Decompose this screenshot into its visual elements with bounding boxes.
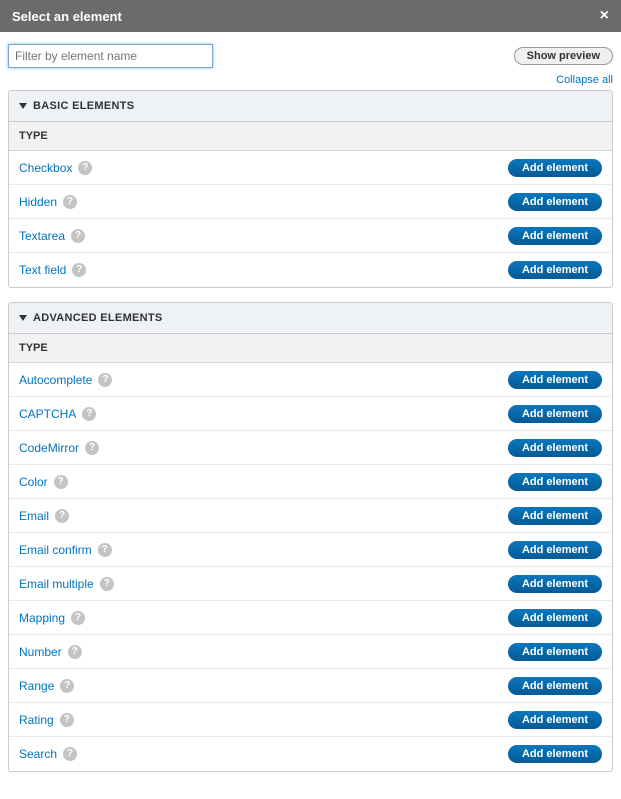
help-icon[interactable]: ? xyxy=(55,509,69,523)
element-row: Textarea? Add element xyxy=(9,219,612,253)
add-element-button[interactable]: Add element xyxy=(508,745,602,763)
add-element-button[interactable]: Add element xyxy=(508,227,602,245)
add-element-button[interactable]: Add element xyxy=(508,371,602,389)
help-icon[interactable]: ? xyxy=(71,229,85,243)
chevron-down-icon xyxy=(19,315,27,321)
group-header[interactable]: ADVANCED ELEMENTS xyxy=(9,303,612,334)
help-icon[interactable]: ? xyxy=(68,645,82,659)
element-row: Mapping? Add element xyxy=(9,601,612,635)
element-name-link[interactable]: Checkbox xyxy=(19,161,72,175)
element-name-link[interactable]: Autocomplete xyxy=(19,373,92,387)
add-element-button[interactable]: Add element xyxy=(508,507,602,525)
help-icon[interactable]: ? xyxy=(72,263,86,277)
element-row: Number? Add element xyxy=(9,635,612,669)
help-icon[interactable]: ? xyxy=(82,407,96,421)
element-row: Text field? Add element xyxy=(9,253,612,287)
add-element-button[interactable]: Add element xyxy=(508,643,602,661)
element-row: Checkbox? Add element xyxy=(9,151,612,185)
help-icon[interactable]: ? xyxy=(54,475,68,489)
element-row-left: Rating? xyxy=(19,713,74,727)
collapse-row: Collapse all xyxy=(8,74,613,86)
element-name-link[interactable]: Email confirm xyxy=(19,543,92,557)
element-row: Rating? Add element xyxy=(9,703,612,737)
chevron-down-icon xyxy=(19,103,27,109)
element-name-link[interactable]: CAPTCHA xyxy=(19,407,76,421)
element-name-link[interactable]: Email multiple xyxy=(19,577,94,591)
help-icon[interactable]: ? xyxy=(63,195,77,209)
column-header-type: TYPE xyxy=(9,122,612,151)
collapse-all-link[interactable]: Collapse all xyxy=(556,74,613,86)
element-name-link[interactable]: Textarea xyxy=(19,229,65,243)
element-row: CAPTCHA? Add element xyxy=(9,397,612,431)
element-row-left: Email? xyxy=(19,509,69,523)
element-row-left: Range? xyxy=(19,679,74,693)
help-icon[interactable]: ? xyxy=(98,543,112,557)
add-element-button[interactable]: Add element xyxy=(508,711,602,729)
toolbar: Show preview xyxy=(8,44,613,68)
element-row: Hidden? Add element xyxy=(9,185,612,219)
element-row-left: Text field? xyxy=(19,263,86,277)
element-row: Email confirm? Add element xyxy=(9,533,612,567)
filter-input[interactable] xyxy=(8,44,213,68)
help-icon[interactable]: ? xyxy=(78,161,92,175)
help-icon[interactable]: ? xyxy=(60,713,74,727)
element-row-left: CAPTCHA? xyxy=(19,407,96,421)
element-row-left: Checkbox? xyxy=(19,161,92,175)
element-name-link[interactable]: Text field xyxy=(19,263,66,277)
element-name-link[interactable]: Search xyxy=(19,747,57,761)
add-element-button[interactable]: Add element xyxy=(508,159,602,177)
element-row-left: Autocomplete? xyxy=(19,373,112,387)
add-element-button[interactable]: Add element xyxy=(508,193,602,211)
element-row-left: Hidden? xyxy=(19,195,77,209)
group-title: BASIC ELEMENTS xyxy=(33,100,134,112)
element-row-left: Search? xyxy=(19,747,77,761)
element-name-link[interactable]: Rating xyxy=(19,713,54,727)
element-name-link[interactable]: Mapping xyxy=(19,611,65,625)
element-row-left: Color? xyxy=(19,475,68,489)
help-icon[interactable]: ? xyxy=(63,747,77,761)
element-row: Search? Add element xyxy=(9,737,612,771)
element-row: Email? Add element xyxy=(9,499,612,533)
help-icon[interactable]: ? xyxy=(100,577,114,591)
element-row-left: Textarea? xyxy=(19,229,85,243)
add-element-button[interactable]: Add element xyxy=(508,261,602,279)
element-name-link[interactable]: Range xyxy=(19,679,54,693)
element-row-left: Email confirm? xyxy=(19,543,112,557)
help-icon[interactable]: ? xyxy=(60,679,74,693)
help-icon[interactable]: ? xyxy=(71,611,85,625)
element-row: CodeMirror? Add element xyxy=(9,431,612,465)
element-row: Color? Add element xyxy=(9,465,612,499)
element-name-link[interactable]: Email xyxy=(19,509,49,523)
close-icon[interactable]: × xyxy=(600,8,609,24)
element-group: BASIC ELEMENTSTYPECheckbox?Add elementHi… xyxy=(8,90,613,288)
element-name-link[interactable]: Color xyxy=(19,475,48,489)
help-icon[interactable]: ? xyxy=(98,373,112,387)
element-row-left: CodeMirror? xyxy=(19,441,99,455)
element-row: Email multiple? Add element xyxy=(9,567,612,601)
add-element-button[interactable]: Add element xyxy=(508,677,602,695)
element-row-left: Email multiple? xyxy=(19,577,114,591)
element-group: ADVANCED ELEMENTS TYPE Autocomplete? Add el… xyxy=(8,302,613,772)
dialog-title: Select an element xyxy=(12,9,122,24)
add-element-button[interactable]: Add element xyxy=(508,405,602,423)
element-name-link[interactable]: Number xyxy=(19,645,62,659)
element-name-link[interactable]: CodeMirror xyxy=(19,441,79,455)
element-row-left: Mapping? xyxy=(19,611,85,625)
add-element-button[interactable]: Add element xyxy=(508,541,602,559)
column-header-type: TYPE xyxy=(9,334,612,363)
add-element-button[interactable]: Add element xyxy=(508,439,602,457)
dialog-content: Show preview Collapse all BASIC ELEMENTS… xyxy=(0,32,621,772)
element-row: Autocomplete? Add element xyxy=(9,363,612,397)
dialog-titlebar: Select an element × xyxy=(0,0,621,32)
element-name-link[interactable]: Hidden xyxy=(19,195,57,209)
add-element-button[interactable]: Add element xyxy=(508,473,602,491)
add-element-button[interactable]: Add element xyxy=(508,575,602,593)
show-preview-button[interactable]: Show preview xyxy=(514,47,613,65)
add-element-button[interactable]: Add element xyxy=(508,609,602,627)
element-row: Range? Add element xyxy=(9,669,612,703)
element-row-left: Number? xyxy=(19,645,82,659)
help-icon[interactable]: ? xyxy=(85,441,99,455)
group-title: ADVANCED ELEMENTS xyxy=(33,312,163,324)
group-header[interactable]: BASIC ELEMENTS xyxy=(9,91,612,122)
